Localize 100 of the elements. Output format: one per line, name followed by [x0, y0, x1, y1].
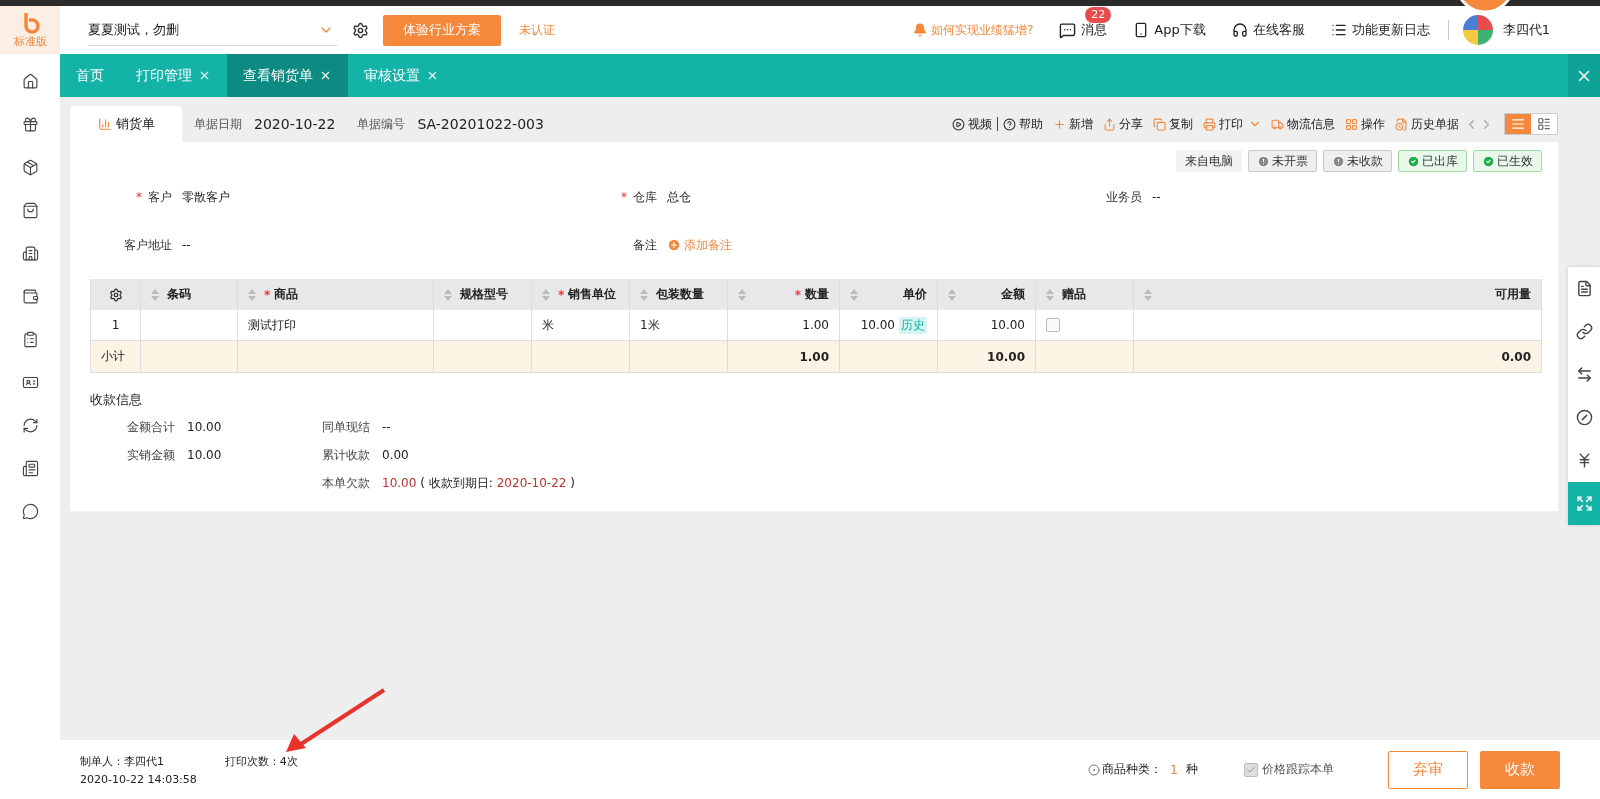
list-icon	[1511, 117, 1525, 131]
check-circle-icon	[1482, 154, 1495, 168]
subtotal-cell: 1.00	[728, 341, 840, 373]
payment-value: 10.00	[187, 448, 222, 462]
status-tag: 已出库	[1398, 150, 1467, 172]
exchange-icon	[1575, 366, 1593, 383]
payment-label: 实销金额	[126, 446, 175, 464]
table-cell: 1米	[630, 310, 728, 341]
expand-icon	[1575, 495, 1593, 512]
toolbar-button[interactable]: 新增	[1048, 115, 1098, 133]
bag-icon[interactable]	[21, 202, 39, 219]
sort-icon	[738, 288, 746, 301]
status-tag: 已生效	[1473, 150, 1542, 172]
side-tool-button[interactable]	[1568, 267, 1600, 310]
column-header[interactable]: * 商品	[238, 279, 434, 310]
toolbar-button[interactable]: 复制	[1148, 115, 1198, 133]
home-icon[interactable]	[21, 73, 39, 90]
message-count-badge: 22	[1085, 7, 1112, 23]
refresh-icon[interactable]	[21, 417, 39, 434]
field-label: 客户地址	[123, 236, 172, 254]
number-value: SA-20201022-003	[417, 116, 544, 132]
chat-icon[interactable]	[21, 503, 39, 520]
box-icon[interactable]	[21, 159, 39, 176]
close-icon[interactable]	[426, 69, 439, 82]
section-title: 收款信息	[90, 391, 143, 409]
number-label: 单据编号	[357, 115, 406, 133]
close-icon[interactable]	[198, 69, 211, 82]
row-number: 1	[91, 310, 141, 341]
subtotal-label: 小计	[91, 341, 141, 373]
column-header[interactable]: * 销售单位	[532, 279, 630, 310]
grid-icon	[1345, 117, 1358, 131]
company-select[interactable]: 夏夏测试，勿删	[88, 14, 338, 46]
status-tag: 来自电脑	[1176, 150, 1242, 172]
newspaper-icon[interactable]	[21, 460, 39, 477]
subtotal-cell: 0.00	[1134, 341, 1542, 373]
table-cell: 米	[532, 310, 630, 341]
page-tab[interactable]: 查看销货单	[227, 54, 348, 97]
date-label: 单据日期	[194, 115, 242, 133]
toolbar-button[interactable]: 帮助	[998, 115, 1048, 133]
printer-icon	[1203, 117, 1216, 131]
price-track-checkbox[interactable]	[1244, 762, 1258, 777]
column-header[interactable]: * 数量	[728, 279, 840, 310]
column-header[interactable]: 可用量	[1134, 279, 1542, 310]
toolbar-button[interactable]: 操作	[1340, 115, 1390, 133]
sort-icon	[1046, 288, 1054, 301]
payment-label: 金额合计	[126, 418, 175, 436]
sort-icon	[640, 288, 648, 301]
list-grid-icon	[1537, 117, 1551, 131]
column-header[interactable]: 金额	[938, 279, 1036, 310]
header-link[interactable]: App下载	[1133, 21, 1206, 39]
sort-icon	[444, 288, 452, 301]
payment-value: --	[382, 420, 391, 434]
messages-link[interactable]: 消息	[1059, 21, 1108, 39]
building-icon[interactable]	[21, 245, 39, 262]
wallet-icon[interactable]	[21, 288, 39, 305]
sort-icon	[542, 288, 550, 301]
product-types-icon	[1087, 763, 1100, 776]
gift-checkbox[interactable]	[1046, 318, 1060, 332]
close-icon[interactable]	[319, 69, 332, 82]
header-link[interactable]: 功能更新日志	[1330, 21, 1430, 39]
list-icon	[1330, 22, 1347, 38]
payment-label: 累计收款	[321, 446, 370, 464]
column-header[interactable]: 赠品	[1036, 279, 1134, 310]
payment-label: 本单欠款	[321, 474, 370, 492]
gift-icon[interactable]	[21, 116, 39, 133]
side-tool-button[interactable]	[1568, 439, 1600, 482]
payment-value: 10.00	[382, 476, 417, 490]
price-track-label: 价格跟踪本单	[1262, 761, 1334, 778]
column-header[interactable]: 规格型号	[434, 279, 532, 310]
help-icon	[1003, 117, 1016, 131]
field-value: --	[1152, 190, 1161, 204]
toolbar-button[interactable]: 物流信息	[1266, 115, 1340, 133]
column-header[interactable]: 单价	[840, 279, 938, 310]
truck-icon	[1271, 117, 1284, 131]
toolbar-button[interactable]: 视频	[947, 115, 997, 133]
status-tag: 未开票	[1248, 150, 1317, 172]
sort-icon	[1144, 288, 1152, 301]
toolbar-button[interactable]: 打印	[1198, 115, 1248, 133]
user-avatar[interactable]	[1462, 15, 1493, 45]
column-header[interactable]: 包装数量	[630, 279, 728, 310]
document-tab[interactable]: 销货单	[70, 106, 182, 142]
table-cell: 10.00 历史	[840, 310, 938, 341]
card-view-button[interactable]	[1531, 114, 1557, 134]
link-icon	[1575, 323, 1593, 340]
card-icon[interactable]	[21, 374, 39, 391]
column-settings-header[interactable]	[91, 279, 141, 310]
clipboard-icon[interactable]	[21, 331, 39, 348]
column-header[interactable]: 条码	[141, 279, 238, 310]
settings-icon[interactable]	[352, 21, 369, 39]
header-link[interactable]: 在线客服	[1231, 21, 1305, 39]
plus-icon	[667, 238, 681, 252]
date-value: 2020-10-22	[254, 116, 336, 132]
alert-icon	[1257, 154, 1270, 168]
field-value: 零散客户	[182, 188, 230, 206]
plus-icon	[1053, 117, 1066, 131]
field-value: --	[182, 238, 191, 252]
toolbar-button[interactable]: 分享	[1098, 115, 1148, 133]
toolbar-button[interactable]: 历史单据	[1390, 115, 1464, 133]
slash-circle-icon	[1575, 409, 1593, 426]
payment-value: 10.00	[187, 420, 222, 434]
